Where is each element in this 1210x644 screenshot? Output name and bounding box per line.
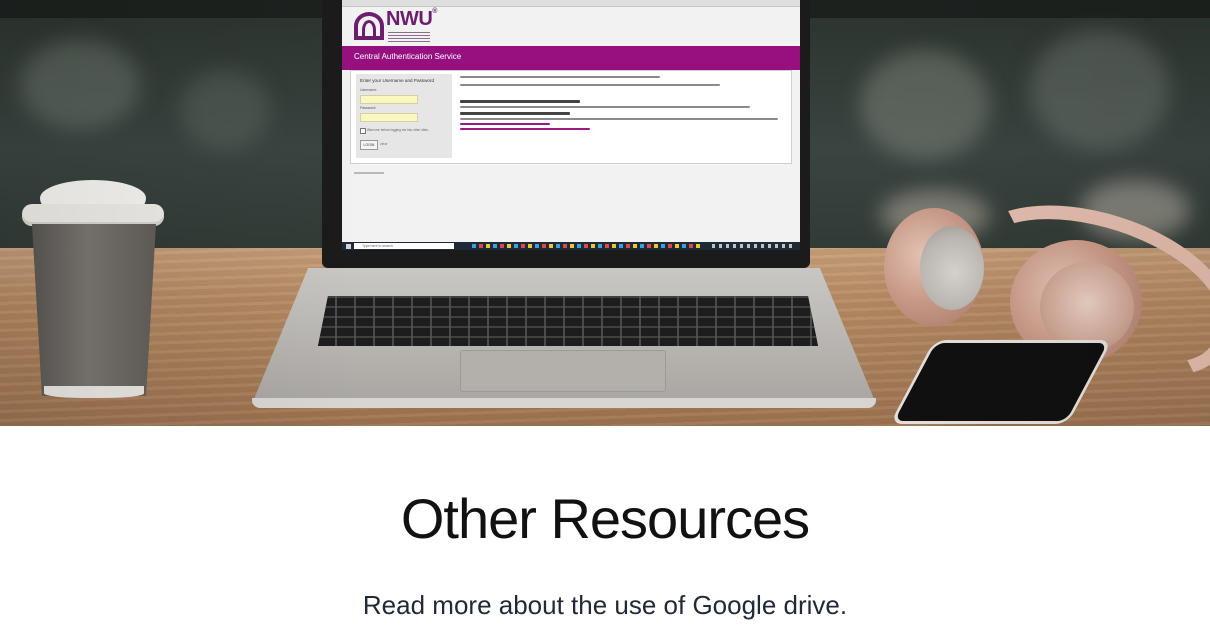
google-drive-link[interactable]: Read more about the use of Google drive. [0, 590, 1210, 621]
background-bokeh [1030, 30, 1170, 150]
notice-link-line [460, 128, 590, 130]
nwu-logo-subtext [388, 32, 430, 42]
login-heading: Enter your Username and Password [360, 78, 435, 83]
cup-body [32, 224, 156, 396]
screen-footer-text [354, 172, 384, 174]
login-button: LOGIN [360, 140, 378, 150]
password-field [360, 113, 418, 122]
headphone-right-cushion [1040, 262, 1134, 352]
windows-start-icon [346, 244, 351, 249]
clear-link: clear [380, 142, 388, 146]
password-label: Password: [360, 106, 377, 110]
laptop-screen: NWU® Central Authentication Service Ente… [342, 0, 800, 250]
headphone-left-cushion [920, 226, 984, 310]
taskbar-tray-icons [712, 244, 792, 248]
username-field [360, 95, 418, 104]
notice-link-line [460, 123, 550, 125]
notice-text-line [460, 118, 778, 120]
cup-lid [22, 204, 164, 226]
coffee-cup [18, 180, 168, 398]
laptop-lip [252, 398, 876, 408]
notice-text-line [460, 84, 720, 86]
hero-image: NWU® Central Authentication Service Ente… [0, 0, 1210, 426]
background-bokeh [20, 40, 140, 130]
notice-text-line [460, 100, 580, 103]
cas-title: Central Authentication Service [354, 52, 462, 61]
warn-label: Warn me before logging me into other sit… [367, 128, 429, 132]
laptop-trackpad [460, 350, 666, 392]
other-resources-heading: Other Resources [400, 487, 810, 550]
background-bokeh [860, 50, 990, 160]
background-bokeh [180, 70, 270, 150]
laptop-keyboard-rows [318, 296, 818, 346]
taskbar-app-icons [472, 244, 702, 248]
browser-address-bar [342, 0, 800, 7]
nwu-logo: NWU® [354, 8, 474, 44]
cup-base [44, 386, 144, 398]
taskbar-search: Type here to search [354, 243, 454, 249]
username-label: Username: [360, 88, 378, 92]
nwu-logo-inner-icon [362, 20, 376, 40]
notice-text-line [460, 76, 660, 78]
warn-checkbox [360, 128, 366, 134]
notice-text-line [460, 112, 570, 115]
notice-text-line [460, 106, 750, 108]
nwu-logo-text: NWU® [386, 8, 437, 30]
